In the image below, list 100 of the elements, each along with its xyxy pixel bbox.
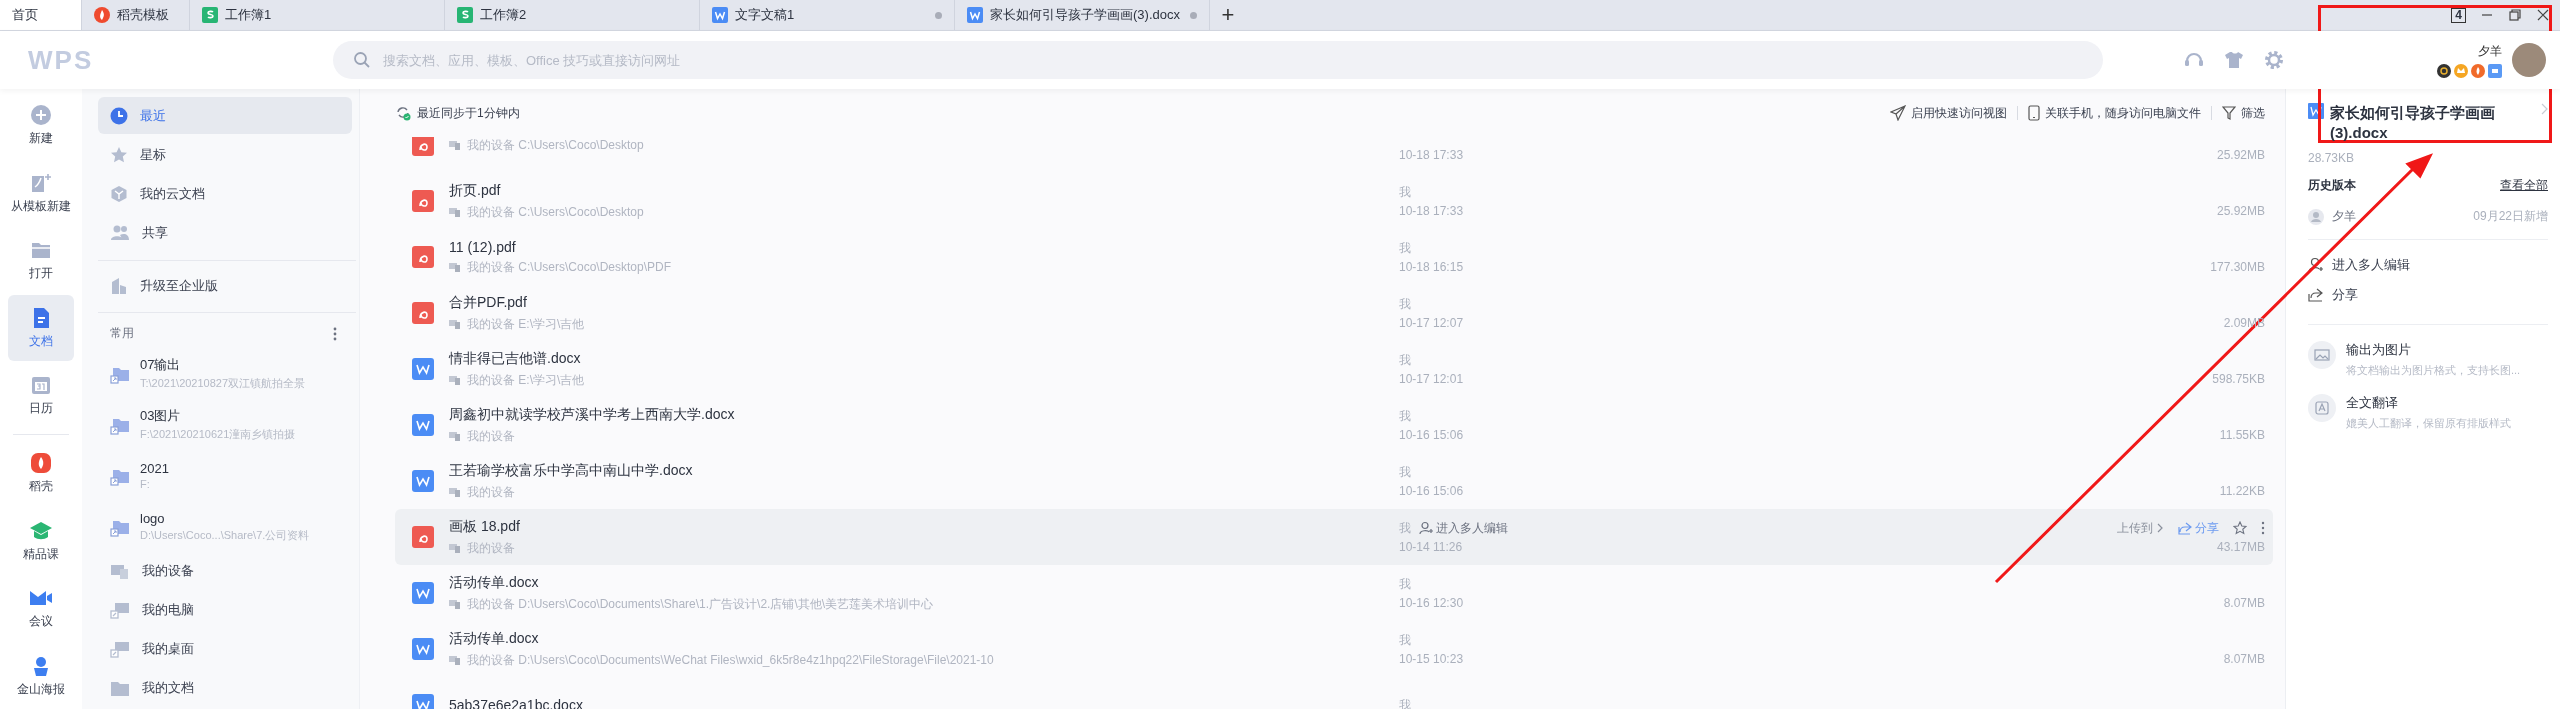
share-icon: [2178, 521, 2192, 535]
new-tab-button[interactable]: +: [1210, 0, 1246, 30]
tab[interactable]: 工作簿2: [445, 0, 700, 30]
section-title: 常用: [110, 325, 134, 343]
sidebar-item[interactable]: 共享: [98, 214, 352, 252]
building-icon: [110, 276, 128, 295]
tab[interactable]: 工作簿1: [190, 0, 445, 30]
document-icon: [712, 7, 728, 23]
file-location: 我的设备 C:\Users\Coco\Desktop: [467, 137, 644, 154]
avatar[interactable]: [2512, 43, 2546, 77]
graduation-cap-icon: [29, 519, 53, 542]
file-location: 我的设备: [467, 427, 515, 445]
nav-item[interactable]: 稻壳: [8, 441, 74, 507]
tab[interactable]: 文字文稿1: [700, 0, 955, 30]
shirt-icon[interactable]: [2223, 49, 2245, 71]
device-icon: [449, 375, 461, 385]
file-row[interactable]: 画板 18.pdf 我的设备 我 进入多人编辑 10-14 11:26 上传到 分享 43.17MB: [395, 509, 2273, 565]
more-icon[interactable]: [2261, 521, 2265, 535]
sidebar-item[interactable]: 我的电脑: [98, 591, 352, 629]
collab-button[interactable]: 进入多人编辑: [1419, 519, 1508, 537]
tab[interactable]: 稻壳模板: [82, 0, 190, 30]
folder-shortcut[interactable]: logo D:\Users\Coco...\Share\7.公司资料: [98, 501, 352, 553]
file-size: 11.55KB: [2219, 428, 2265, 442]
file-name: 合并PDF.pdf: [449, 293, 527, 312]
file-location: 我的设备 E:\学习\吉他: [467, 371, 585, 389]
user-icon: [2308, 208, 2324, 225]
toolbar-button[interactable]: 筛选: [2222, 104, 2265, 122]
folder-shortcut[interactable]: 07输出 T:\2021\20210827双江镇航拍全景: [98, 348, 352, 400]
nav-item[interactable]: 日历: [8, 362, 74, 429]
folder-path: F:: [140, 478, 151, 491]
file-size: 177.30MB: [2210, 260, 2265, 274]
flame-icon: [30, 452, 52, 475]
nav-item[interactable]: 会议: [8, 576, 74, 642]
file-row[interactable]: 活动传单.docx 我的设备 D:\Users\Coco\Documents\WeChat Files\wxid_6k5r8e4z1hpq22\FileStorage\File\2021-10 我 10-15 10:23 8.07MB: [395, 621, 2273, 677]
file-size: 8.07MB: [2223, 652, 2265, 666]
restore-icon[interactable]: [2508, 8, 2522, 22]
file-time: 10-17 12:07: [1399, 316, 1465, 330]
search-icon: [353, 51, 371, 69]
folder-path: D:\Users\Coco...\Share\7.公司资料: [140, 527, 310, 543]
people-icon: [110, 224, 130, 243]
panel-action[interactable]: 分享: [2308, 280, 2358, 310]
sidebar-item[interactable]: 我的设备: [98, 552, 352, 590]
sidebar-item[interactable]: 我的文档: [98, 669, 352, 708]
file-time: 10-17 12:01: [1399, 372, 1465, 386]
tab[interactable]: 家长如何引导孩子学画画(3).docx: [955, 0, 1210, 30]
file-row[interactable]: 11 (12).pdf 我的设备 C:\Users\Coco\Desktop\PDF 我 10-18 16:15 177.30MB: [395, 229, 2273, 285]
device-icon: [449, 599, 461, 609]
view-all-link[interactable]: 查看全部: [2500, 177, 2548, 194]
folder-path: T:\2021\20210827双江镇航拍全景: [140, 376, 306, 392]
flame-icon: [2471, 63, 2485, 78]
sidebar-item[interactable]: 最近: [98, 97, 352, 135]
nav-item[interactable]: 文档: [8, 295, 74, 361]
file-row[interactable]: 周鑫初中就读学校芦溪中学考上西南大学.docx 我的设备 我 10-16 15:06 11.55KB: [395, 397, 2273, 453]
file-row[interactable]: 王若瑜学校富乐中学高中南山中学.docx 我的设备 我 10-16 15:06 11.22KB: [395, 453, 2273, 509]
tab[interactable]: 首页: [0, 0, 82, 30]
nav-item[interactable]: 金山海报: [8, 643, 74, 709]
file-name: 王若瑜学校富乐中学高中南山中学.docx: [449, 461, 693, 480]
tool-item[interactable]: 输出为图片 将文档输出为图片格式，支持长图...: [2308, 335, 2548, 388]
nav-item[interactable]: 新建: [8, 93, 74, 159]
nav-item[interactable]: 从模板新建: [8, 160, 74, 226]
sidebar-item[interactable]: 我的桌面: [98, 630, 352, 668]
window-count[interactable]: 4: [2451, 7, 2466, 23]
sidebar-item[interactable]: 我的云文档: [98, 175, 352, 213]
close-icon[interactable]: [2536, 8, 2550, 22]
computer-shortcut-icon: [110, 600, 130, 619]
folder-shortcut[interactable]: 2021 F:: [98, 450, 352, 502]
file-size: 25.92MB: [2216, 148, 2265, 162]
spreadsheet-icon: [202, 7, 218, 23]
file-row[interactable]: 折页.pdf 我的设备 C:\Users\Coco\Desktop 我 10-18 17:33 25.92MB: [395, 173, 2273, 229]
folder-shortcut[interactable]: 03图片 F:\2021\20210621潼南乡镇拍摄: [98, 399, 352, 451]
crown-icon: [2454, 63, 2468, 78]
file-location: 我的设备 C:\Users\Coco\Desktop\PDF: [467, 258, 672, 276]
tool-description: 媲美人工翻译，保留原有排版样式: [2346, 416, 2511, 431]
document-icon: [412, 358, 434, 380]
folder-name: 2021: [140, 461, 169, 477]
folder-name: logo: [140, 510, 166, 526]
device-icon: [449, 207, 461, 217]
toolbar-button[interactable]: 启用快速访问视图: [1890, 104, 2007, 122]
file-owner: 我: [1399, 463, 1411, 481]
nav-item[interactable]: 打开: [8, 227, 74, 294]
user-name[interactable]: 夕羊: [2478, 42, 2502, 60]
more-icon[interactable]: [332, 325, 338, 342]
toolbar-button[interactable]: 关联手机，随身访问电脑文件: [2028, 104, 2201, 122]
star-icon[interactable]: [2233, 521, 2247, 535]
tool-description: 将文档输出为图片格式，支持长图...: [2346, 363, 2521, 378]
settings-icon[interactable]: [2263, 49, 2285, 71]
file-location: 我的设备: [467, 483, 515, 501]
document-icon: [412, 470, 434, 492]
file-owner: 我: [1399, 183, 1411, 201]
file-owner: 我: [1399, 407, 1411, 425]
device-icon: [449, 543, 461, 553]
upgrade-link[interactable]: 升级至企业版: [98, 267, 352, 305]
sidebar-item[interactable]: 星标: [98, 136, 352, 174]
tool-item[interactable]: 全文翻译 媲美人工翻译，保留原有排版样式: [2308, 388, 2548, 441]
file-row[interactable]: 情非得已吉他谱.docx 我的设备 E:\学习\吉他 我 10-17 12:01 598.75KB: [395, 341, 2273, 397]
file-name: 情非得已吉他谱.docx: [449, 349, 581, 368]
file-row[interactable]: 活动传单.docx 我的设备 D:\Users\Coco\Documents\Share\1.广告设计\2.店铺\其他\美艺莲美术培训中心 我 10-16 12:30 8.07MB: [395, 565, 2273, 621]
search-field[interactable]: 搜索文档、应用、模板、Office 技巧或直接访问网址: [333, 41, 2103, 79]
nav-item[interactable]: 精品课: [8, 508, 74, 575]
pdf-icon: [412, 302, 434, 324]
